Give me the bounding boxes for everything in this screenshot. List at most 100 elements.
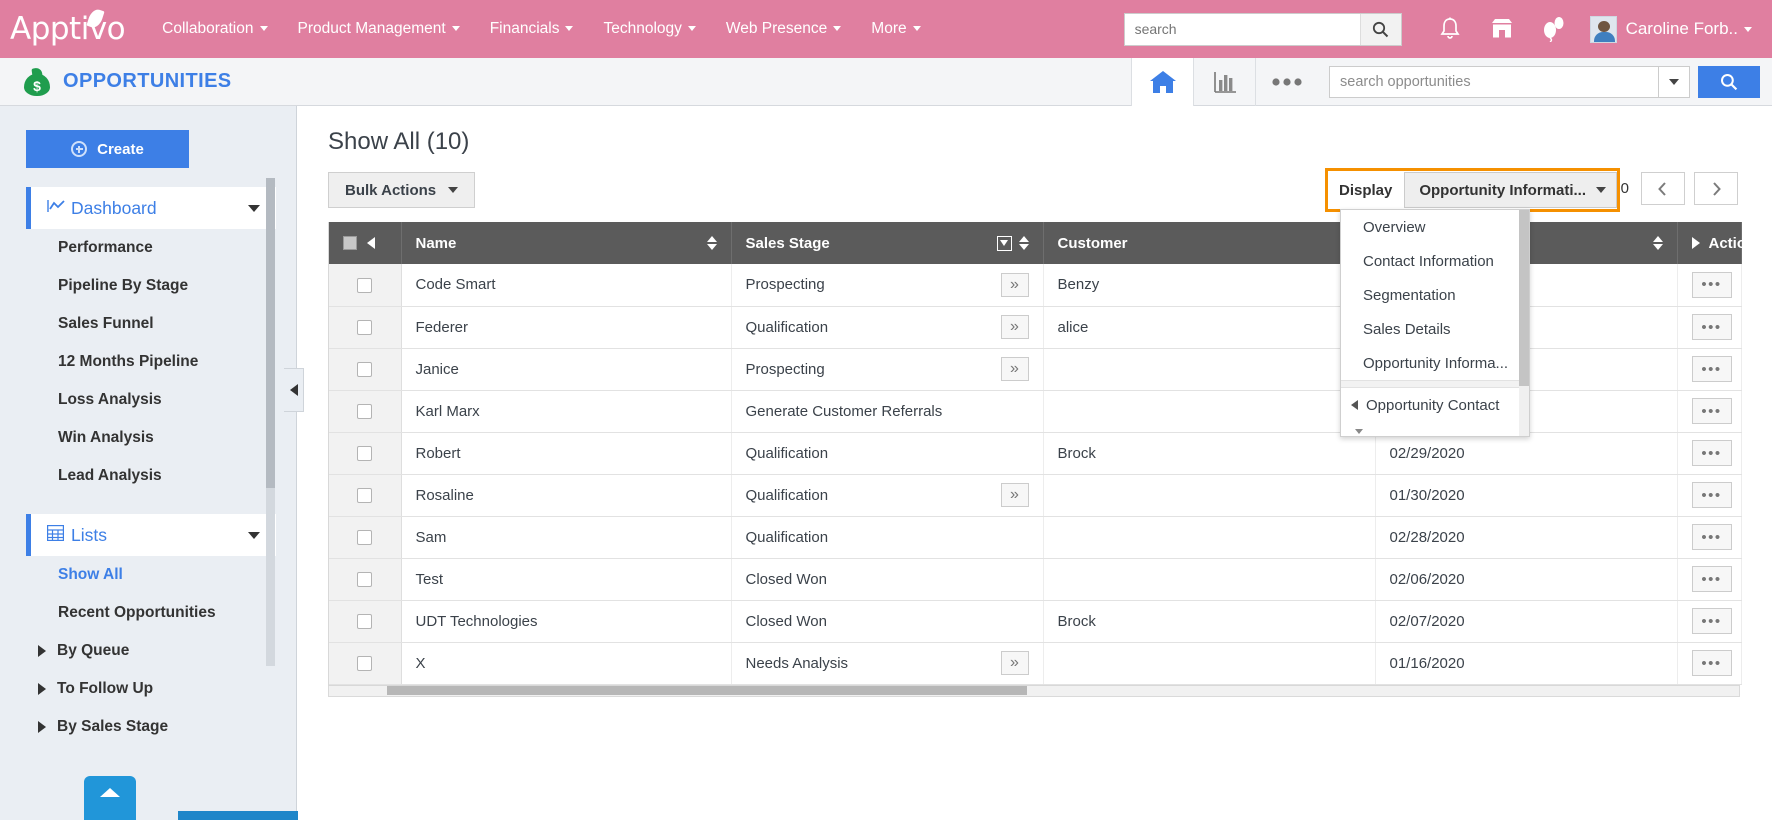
sidebar-item-to-follow-up[interactable]: To Follow Up	[0, 670, 296, 708]
row-checkbox[interactable]	[357, 362, 372, 377]
sidebar-item-12-months-pipeline[interactable]: 12 Months Pipeline	[0, 343, 296, 381]
row-checkbox[interactable]	[357, 446, 372, 461]
sidebar-item-recent-opportunities[interactable]: Recent Opportunities	[0, 594, 296, 632]
sidebar-item-by-queue[interactable]: By Queue	[0, 632, 296, 670]
dropdown-item-contact-information[interactable]: Contact Information	[1341, 244, 1529, 278]
sidebar-item-lead-analysis[interactable]: Lead Analysis	[0, 457, 296, 495]
select-all-checkbox[interactable]	[343, 236, 357, 250]
cell-customer[interactable]: alice	[1043, 306, 1375, 348]
row-checkbox[interactable]	[357, 656, 372, 671]
cell-name[interactable]: X	[401, 642, 731, 684]
cell-name[interactable]: Robert	[401, 432, 731, 474]
row-checkbox[interactable]	[357, 320, 372, 335]
sidebar-item-show-all[interactable]: Show All	[0, 556, 296, 594]
row-checkbox[interactable]	[357, 572, 372, 587]
row-actions-button[interactable]: •••	[1692, 524, 1732, 550]
dropdown-scrollbar-thumb[interactable]	[1519, 210, 1529, 386]
cell-customer[interactable]	[1043, 474, 1375, 516]
cell-name[interactable]: Sam	[401, 516, 731, 558]
cell-name[interactable]: Code Smart	[401, 264, 731, 306]
reports-button[interactable]	[1193, 58, 1255, 106]
row-select-cell[interactable]	[329, 600, 401, 642]
topnav-item-product-management[interactable]: Product Management	[283, 12, 475, 46]
row-select-cell[interactable]	[329, 642, 401, 684]
table-row[interactable]: UDT Technologies Closed Won Brock 02/07/…	[329, 600, 1741, 642]
create-button[interactable]: Create	[26, 130, 189, 168]
dropdown-item-opportunity-contact[interactable]: Opportunity Contact	[1341, 388, 1529, 422]
table-horizontal-scrollbar[interactable]	[328, 686, 1740, 697]
column-sales-stage[interactable]: Sales Stage	[731, 222, 1043, 264]
table-row[interactable]: Sam Qualification 02/28/2020 •••	[329, 516, 1741, 558]
row-select-cell[interactable]	[329, 348, 401, 390]
sidebar-item-pipeline-by-stage[interactable]: Pipeline By Stage	[0, 267, 296, 305]
stage-advance-button[interactable]: »	[1001, 357, 1029, 381]
sidebar-item-win-analysis[interactable]: Win Analysis	[0, 419, 296, 457]
row-actions-button[interactable]: •••	[1692, 608, 1732, 634]
cell-name[interactable]: Karl Marx	[401, 390, 731, 432]
chevron-right-icon[interactable]	[1692, 237, 1700, 249]
sidebar-item-performance[interactable]: Performance	[0, 229, 296, 267]
chevron-left-icon[interactable]	[367, 237, 375, 249]
topnav-item-more[interactable]: More	[856, 12, 935, 46]
pagination-next-button[interactable]	[1694, 172, 1738, 205]
cell-name[interactable]: Janice	[401, 348, 731, 390]
sidebar-group-dashboard[interactable]: Dashboard	[26, 187, 276, 229]
module-search-dropdown[interactable]	[1659, 66, 1690, 98]
dropdown-item-sales-details[interactable]: Sales Details	[1341, 312, 1529, 346]
sidebar-item-sales-funnel[interactable]: Sales Funnel	[0, 305, 296, 343]
cell-name[interactable]: Rosaline	[401, 474, 731, 516]
bulk-actions-button[interactable]: Bulk Actions	[328, 172, 475, 208]
row-select-cell[interactable]	[329, 390, 401, 432]
cell-customer[interactable]: Benzy	[1043, 264, 1375, 306]
module-search-input[interactable]: search opportunities	[1329, 66, 1659, 98]
apptivo-logo[interactable]: Apptivo	[10, 14, 125, 45]
scroll-to-top-button[interactable]	[84, 776, 136, 820]
stage-advance-button[interactable]: »	[1001, 315, 1029, 339]
cell-customer[interactable]	[1043, 390, 1375, 432]
column-customer[interactable]: Customer	[1043, 222, 1375, 264]
dropdown-item-overview[interactable]: Overview	[1341, 210, 1529, 244]
global-search-input[interactable]	[1125, 14, 1360, 45]
cell-name[interactable]: Federer	[401, 306, 731, 348]
stage-advance-button[interactable]: »	[1001, 273, 1029, 297]
cell-name[interactable]: Test	[401, 558, 731, 600]
stage-advance-button[interactable]: »	[1001, 651, 1029, 675]
table-row[interactable]: Test Closed Won 02/06/2020 •••	[329, 558, 1741, 600]
row-actions-button[interactable]: •••	[1692, 482, 1732, 508]
row-actions-button[interactable]: •••	[1692, 356, 1732, 382]
store-button[interactable]	[1476, 0, 1528, 58]
table-row[interactable]: Robert Qualification Brock 02/29/2020 ••…	[329, 432, 1741, 474]
cell-customer[interactable]	[1043, 516, 1375, 558]
sidebar-scrollbar-thumb[interactable]	[266, 178, 275, 488]
dropdown-item-opportunity-information[interactable]: Opportunity Informa...	[1341, 346, 1529, 380]
topnav-item-financials[interactable]: Financials	[475, 12, 589, 46]
topnav-item-web-presence[interactable]: Web Presence	[711, 12, 856, 46]
row-actions-button[interactable]: •••	[1692, 272, 1732, 298]
cell-name[interactable]: UDT Technologies	[401, 600, 731, 642]
display-view-select[interactable]: Opportunity Informati...	[1404, 172, 1617, 208]
table-row[interactable]: X Needs Analysis» 01/16/2020 •••	[329, 642, 1741, 684]
column-name[interactable]: Name	[401, 222, 731, 264]
row-actions-button[interactable]: •••	[1692, 398, 1732, 424]
table-scrollbar-thumb[interactable]	[387, 686, 1027, 695]
home-button[interactable]	[1131, 58, 1193, 106]
dropdown-item-segmentation[interactable]: Segmentation	[1341, 278, 1529, 312]
row-select-cell[interactable]	[329, 474, 401, 516]
row-select-cell[interactable]	[329, 558, 401, 600]
sort-icon[interactable]	[707, 236, 717, 250]
row-actions-button[interactable]: •••	[1692, 566, 1732, 592]
more-options-button[interactable]	[1255, 58, 1317, 106]
row-checkbox[interactable]	[357, 488, 372, 503]
filter-icon[interactable]	[997, 236, 1012, 251]
column-select-all[interactable]	[329, 222, 401, 264]
pagination-prev-button[interactable]	[1641, 172, 1685, 205]
row-select-cell[interactable]	[329, 264, 401, 306]
row-select-cell[interactable]	[329, 432, 401, 474]
user-menu[interactable]: Caroline Forb..	[1580, 16, 1758, 43]
cell-customer[interactable]: Brock	[1043, 600, 1375, 642]
row-actions-button[interactable]: •••	[1692, 440, 1732, 466]
stage-advance-button[interactable]: »	[1001, 483, 1029, 507]
balloon-button[interactable]	[1528, 0, 1580, 58]
cell-customer[interactable]	[1043, 348, 1375, 390]
row-checkbox[interactable]	[357, 404, 372, 419]
